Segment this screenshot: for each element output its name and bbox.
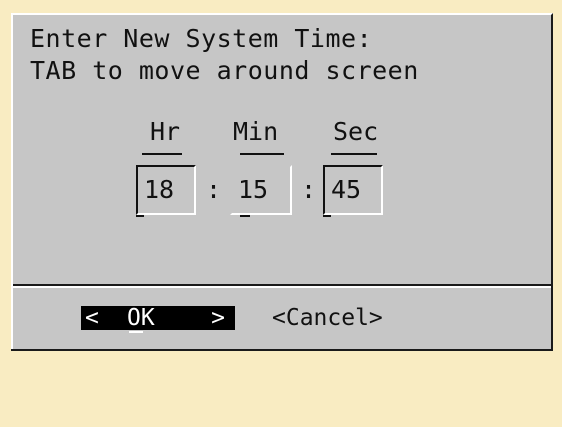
prompt-instruction: TAB to move around screen <box>30 56 419 85</box>
hour-field[interactable]: 18 <box>136 153 196 226</box>
ok-label: OK <box>127 305 155 331</box>
second-value[interactable]: 45 <box>331 175 361 204</box>
cancel-button[interactable]: <Cancel> <box>272 306 383 330</box>
ok-button[interactable]: < OK > <box>81 305 235 333</box>
time-separator: : <box>301 175 317 204</box>
minute-value[interactable]: 15 <box>238 175 268 204</box>
minute-label: Min <box>233 117 279 146</box>
second-field[interactable]: 45 <box>323 153 383 226</box>
ok-right-bracket: > <box>211 305 225 331</box>
time-separator: : <box>206 175 222 204</box>
minute-field[interactable]: 15 <box>230 153 292 226</box>
hour-value[interactable]: 18 <box>144 175 174 204</box>
ok-left-bracket: < <box>85 305 99 331</box>
button-divider-highlight <box>13 286 551 288</box>
prompt-title: Enter New System Time: <box>30 24 373 53</box>
ok-hotkey-underline <box>129 331 143 333</box>
second-label: Sec <box>333 117 379 146</box>
hour-label: Hr <box>150 117 181 146</box>
